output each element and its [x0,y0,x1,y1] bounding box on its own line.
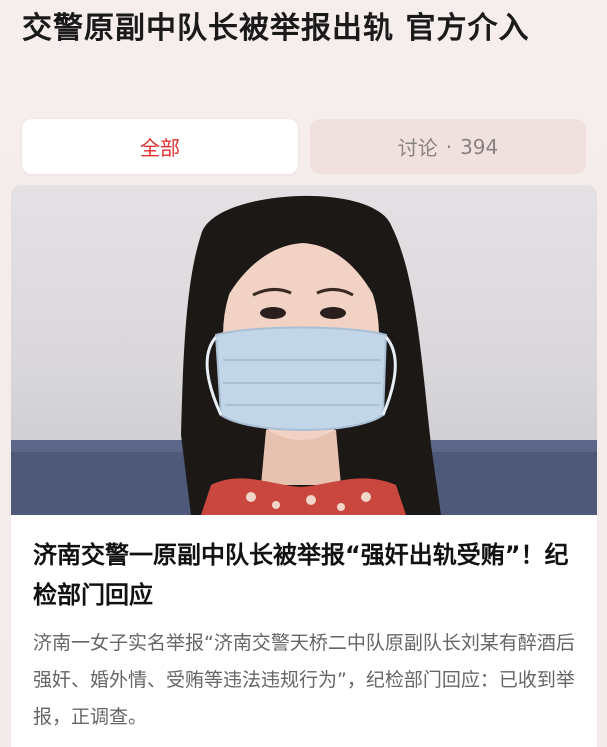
topic-title: 交警原副中队长被举报出轨 官方介入 [22,11,530,46]
article-image[interactable] [11,185,597,515]
woman-with-face-mask-photo-icon [11,195,597,515]
tab-discussion[interactable]: 讨论 · 394 [310,119,586,174]
tab-all[interactable]: 全部 [22,119,298,174]
tab-bar: 全部 讨论 · 394 [22,119,586,174]
article-title[interactable]: 济南交警一原副中队长被举报“强奸出轨受贿”！纪检部门回应 [33,535,578,615]
article-summary: 济南一女子实名举报“济南交警天桥二中队原副队长刘某有醉酒后强奸、婚外情、受贿等违… [33,632,575,728]
tab-discussion-count: 394 [460,134,499,159]
tab-discussion-label: 讨论 [397,136,438,160]
tab-all-label: 全部 [140,136,180,160]
article-card[interactable]: 济南交警一原副中队长被举报“强奸出轨受贿”！纪检部门回应 济南一女子实名举报“济… [11,185,597,747]
topic-page: 交警原副中队长被举报出轨 官方介入 全部 讨论 · 394 济南交警一原副中队长… [0,0,607,747]
tab-discussion-separator: · [445,134,453,159]
